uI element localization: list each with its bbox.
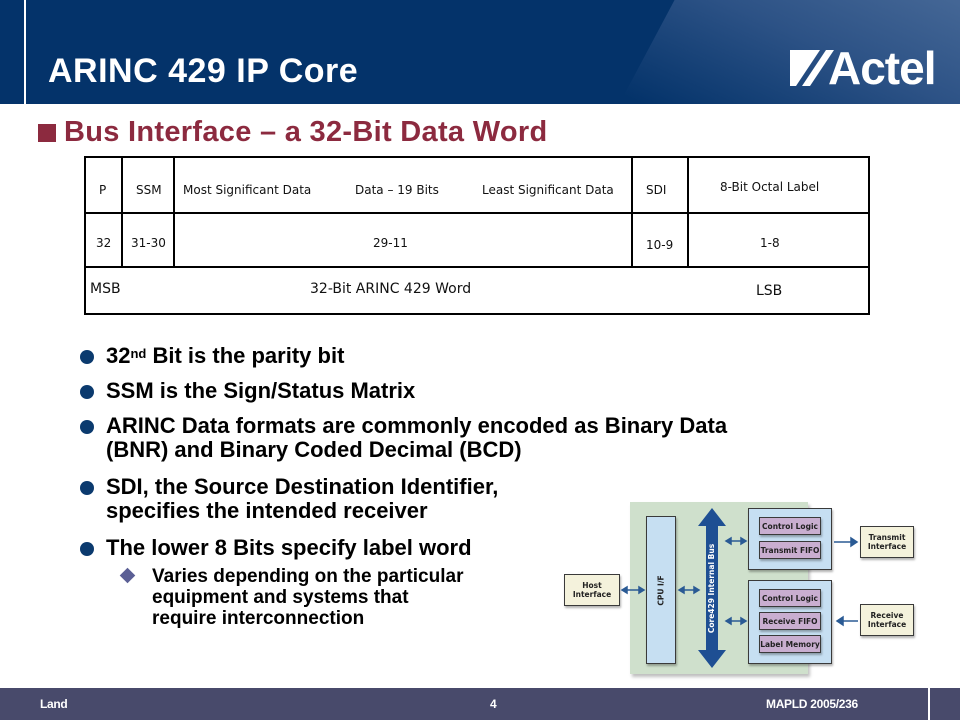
bullet-text: SSM is the Sign/Status Matrix <box>106 378 416 403</box>
sub-bullet-text-continued: equipment and systems that <box>152 587 409 608</box>
double-arrow-icon <box>620 585 646 595</box>
section-heading-text: Bus Interface – a 32-Bit Data Word <box>64 116 548 148</box>
arinc-word-table: P SSM Most Significant Data Data – 19 Bi… <box>84 156 870 315</box>
circle-bullet-icon <box>80 350 94 364</box>
bullet-text-continued: specifies the intended receiver <box>106 498 428 523</box>
superscript: nd <box>130 346 147 361</box>
cell-lsd-label: Least Significant Data <box>482 183 614 197</box>
core429-block-diagram: Host Interface CPU I/F Core429 Internal … <box>556 496 940 680</box>
circle-bullet-icon <box>80 481 94 495</box>
circle-bullet-icon <box>80 542 94 556</box>
table-col-divider <box>687 158 689 268</box>
cell-sdi-label: SDI <box>646 183 667 197</box>
header-divider <box>24 0 26 104</box>
diamond-bullet-icon <box>119 567 136 584</box>
actel-logo-mark-icon <box>790 46 834 90</box>
sub-bullet-text-continued: require interconnection <box>152 608 365 629</box>
msb-label: MSB <box>90 281 121 297</box>
footer-right-text: MAPLD 2005/236 <box>766 697 858 711</box>
cell-data-bits-label: Data – 19 Bits <box>355 183 439 197</box>
footer-left-text: Land <box>40 697 68 711</box>
table-col-divider <box>121 158 123 268</box>
table-row-divider <box>86 212 868 214</box>
cell-sdi-bits: 10-9 <box>646 238 674 252</box>
page-number: 4 <box>490 697 497 711</box>
right-arrow-icon <box>834 536 859 548</box>
bullet-text-prefix: 32 <box>106 343 131 368</box>
bullet-text: Bit is the parity bit <box>146 343 345 368</box>
cell-label-bits: 1-8 <box>760 236 780 250</box>
cell-octal-label: 8-Bit Octal Label <box>720 180 820 194</box>
bullet-text: The lower 8 Bits specify label word <box>106 535 472 560</box>
lsb-label: LSB <box>756 283 783 299</box>
circle-bullet-icon <box>80 385 94 399</box>
table-col-divider <box>173 158 175 268</box>
diagram-arrows <box>620 536 859 627</box>
word-label: 32-Bit ARINC 429 Word <box>310 281 472 297</box>
bullet-text: ARINC Data formats are commonly encoded … <box>106 413 728 438</box>
footer-divider <box>928 688 930 720</box>
square-bullet-icon <box>38 123 56 142</box>
actel-logo: Actel <box>790 42 936 94</box>
cell-ssm-label: SSM <box>136 183 162 197</box>
double-arrow-icon <box>724 616 748 626</box>
left-arrow-icon <box>835 615 858 627</box>
logo-text: Actel <box>828 42 936 94</box>
slide-header: ARINC 429 IP Core Actel <box>0 0 960 104</box>
bullet-text: SDI, the Source Destination Identifier, <box>106 474 499 499</box>
double-arrow-icon <box>677 585 701 595</box>
cell-ssm-bits: 31-30 <box>131 236 166 250</box>
double-arrow-icon <box>724 536 748 546</box>
table-row-divider <box>86 266 868 268</box>
cell-p-bits: 32 <box>96 236 112 250</box>
section-heading: Bus Interface – a 32-Bit Data Word <box>38 116 547 149</box>
sub-bullet-text: Varies depending on the particular <box>152 566 464 587</box>
circle-bullet-icon <box>80 420 94 434</box>
cell-p-label: P <box>99 183 107 197</box>
bullet-text-continued: (BNR) and Binary Coded Decimal (BCD) <box>106 437 522 462</box>
table-col-divider <box>631 158 633 268</box>
slide-footer: Land 4 MAPLD 2005/236 <box>0 688 960 720</box>
cell-msd-label: Most Significant Data <box>183 183 312 197</box>
cell-data-bits: 29-11 <box>373 236 408 250</box>
slide-title: ARINC 429 IP Core <box>48 52 359 90</box>
